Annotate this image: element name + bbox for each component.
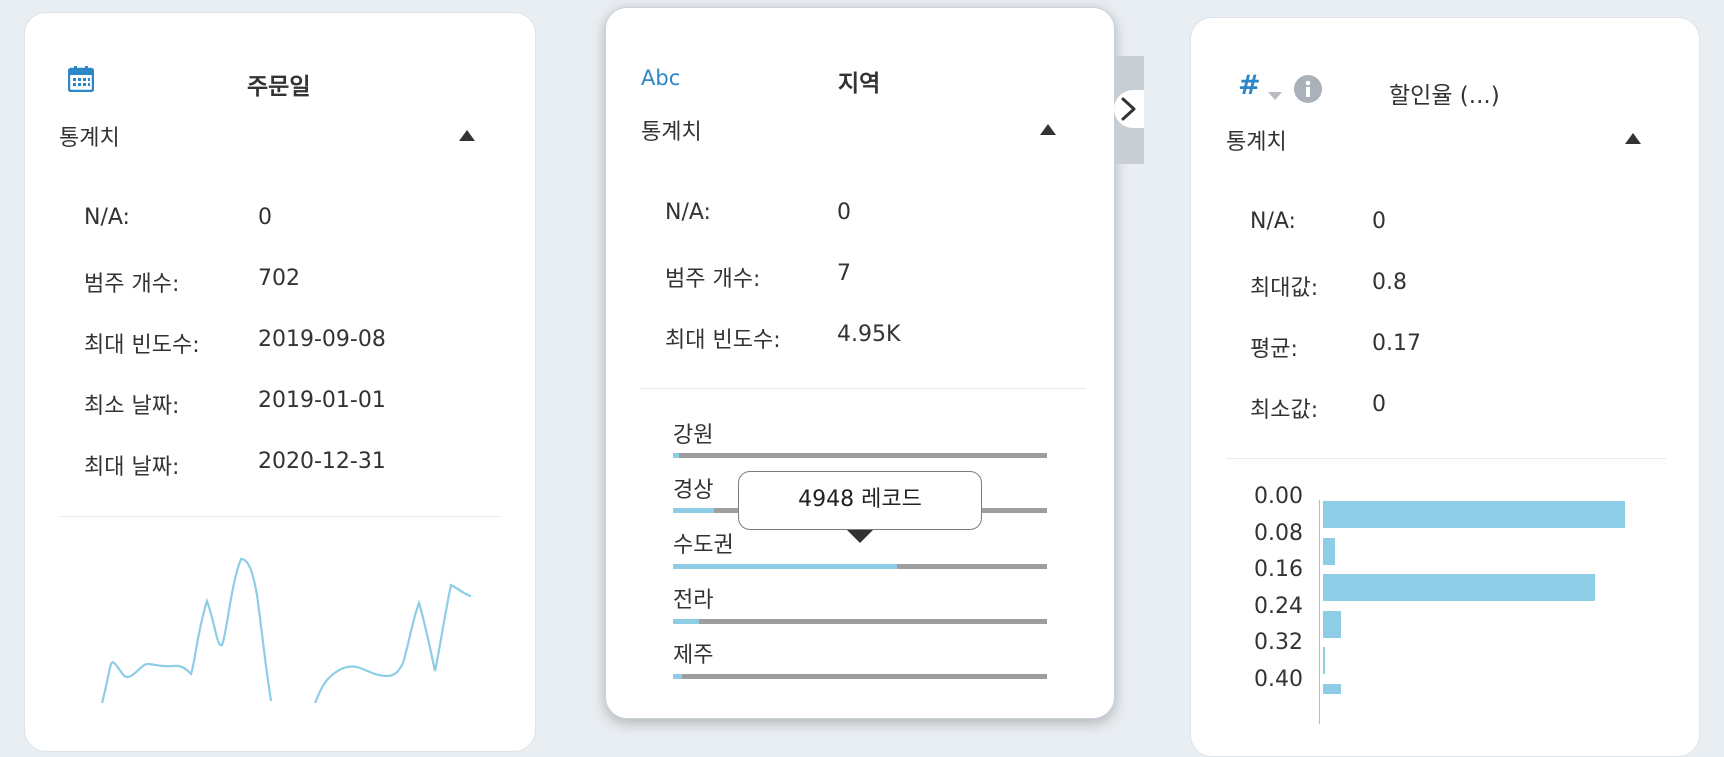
category-bar-fill <box>673 564 898 569</box>
statistics-section-label: 통계치 <box>1226 130 1287 155</box>
divider <box>60 516 500 517</box>
date-distribution-sparkline <box>100 557 472 704</box>
stat-value-max-date: 2020-12-31 <box>258 449 386 474</box>
chevron-down-icon[interactable] <box>1268 85 1282 104</box>
histogram-bar[interactable] <box>1323 537 1336 565</box>
histogram-tick-label: 0.16 <box>1254 557 1303 583</box>
stat-label-category-count: 범주 개수: <box>84 272 180 297</box>
chevron-right-icon[interactable] <box>1114 90 1144 128</box>
stat-value-category-count: 702 <box>258 266 300 291</box>
divider <box>640 388 1086 389</box>
stat-label-min: 최소값: <box>1250 398 1319 423</box>
stat-label-na: N/A: <box>84 205 130 230</box>
category-bar[interactable] <box>673 619 1047 624</box>
histogram-tick-label: 0.32 <box>1254 630 1303 656</box>
collapse-statistics-icon[interactable] <box>1625 133 1641 144</box>
record-count-tooltip: 4948 레코드 <box>738 471 982 530</box>
histogram-bar[interactable] <box>1323 684 1342 694</box>
category-label: 경상 <box>673 478 714 503</box>
stat-label-max: 최대값: <box>1250 276 1319 301</box>
column-profile-card-region: Abc 지역 통계치 N/A: 0 범주 개수: 7 최대 빈도수: 4.95K… <box>605 7 1115 719</box>
category-bar-fill <box>673 508 715 513</box>
category-bar[interactable] <box>673 674 1047 679</box>
histogram-bar[interactable] <box>1323 501 1625 528</box>
stat-value-na: 0 <box>258 205 272 230</box>
stat-value-na: 0 <box>1372 209 1386 234</box>
histogram-tick-label: 0.00 <box>1254 484 1303 509</box>
histogram-bar[interactable] <box>1323 647 1325 675</box>
histogram-bar[interactable] <box>1323 610 1342 638</box>
category-bar-fill <box>673 453 679 458</box>
stat-label-max-date: 최대 날짜: <box>84 455 180 480</box>
histogram-axis <box>1319 500 1320 724</box>
stat-value-min-date: 2019-01-01 <box>258 388 386 413</box>
divider <box>1226 458 1666 459</box>
category-label: 강원 <box>673 423 714 448</box>
stat-value-na: 0 <box>837 200 851 225</box>
calendar-icon <box>67 66 95 96</box>
stat-label-na: N/A: <box>1250 209 1296 234</box>
category-bar-fill <box>673 619 700 624</box>
histogram-tick-label: 0.08 <box>1254 520 1303 546</box>
category-label: 전라 <box>673 588 714 613</box>
discount-histogram: 0.00 0.08 0.16 0.24 0.32 0.40 <box>1191 484 1701 724</box>
stat-value-category-count: 7 <box>837 261 851 286</box>
column-profile-card-order-date: 주문일 통계치 N/A: 0 범주 개수: 702 최대 빈도수: 2019-0… <box>24 12 536 752</box>
category-label: 제주 <box>673 643 714 668</box>
stat-label-na: N/A: <box>665 200 711 225</box>
stat-label-max-frequency: 최대 빈도수: <box>84 333 200 358</box>
statistics-section-label: 통계치 <box>59 126 120 151</box>
category-bar[interactable] <box>673 453 1047 458</box>
type-abc-label: Abc <box>641 66 681 90</box>
column-title: 주문일 <box>247 74 311 100</box>
column-title: 지역 <box>838 71 881 97</box>
histogram-tick-label: 0.24 <box>1254 593 1303 619</box>
histogram-bar[interactable] <box>1323 574 1595 602</box>
stat-value-max: 0.8 <box>1372 270 1407 295</box>
stat-label-min-date: 최소 날짜: <box>84 394 180 419</box>
stat-label-mean: 평균: <box>1250 337 1298 362</box>
stat-value-mean: 0.17 <box>1372 331 1421 356</box>
type-number-label: # <box>1238 70 1261 101</box>
stat-value-max-frequency: 4.95K <box>837 322 901 347</box>
statistics-section-label: 통계치 <box>641 120 702 145</box>
collapse-statistics-icon[interactable] <box>1040 124 1056 135</box>
column-profile-card-discount: # 할인율 (...) 통계치 N/A: 0 최대값: 0.8 평균: 0.17… <box>1190 17 1700 757</box>
info-icon[interactable] <box>1294 75 1322 107</box>
category-bar[interactable] <box>673 564 1047 569</box>
stat-label-category-count: 범주 개수: <box>665 267 761 292</box>
collapse-statistics-icon[interactable] <box>459 130 475 141</box>
column-title: 할인율 (...) <box>1389 83 1500 109</box>
stat-value-min: 0 <box>1372 392 1386 417</box>
tooltip-arrow <box>847 530 873 543</box>
stat-label-max-frequency: 최대 빈도수: <box>665 328 781 353</box>
histogram-tick-label: 0.40 <box>1254 667 1303 692</box>
stat-value-max-frequency: 2019-09-08 <box>258 327 386 352</box>
panel-collapse-tab[interactable] <box>1114 56 1144 164</box>
category-label: 수도권 <box>673 533 734 558</box>
category-bar-fill <box>673 674 683 679</box>
